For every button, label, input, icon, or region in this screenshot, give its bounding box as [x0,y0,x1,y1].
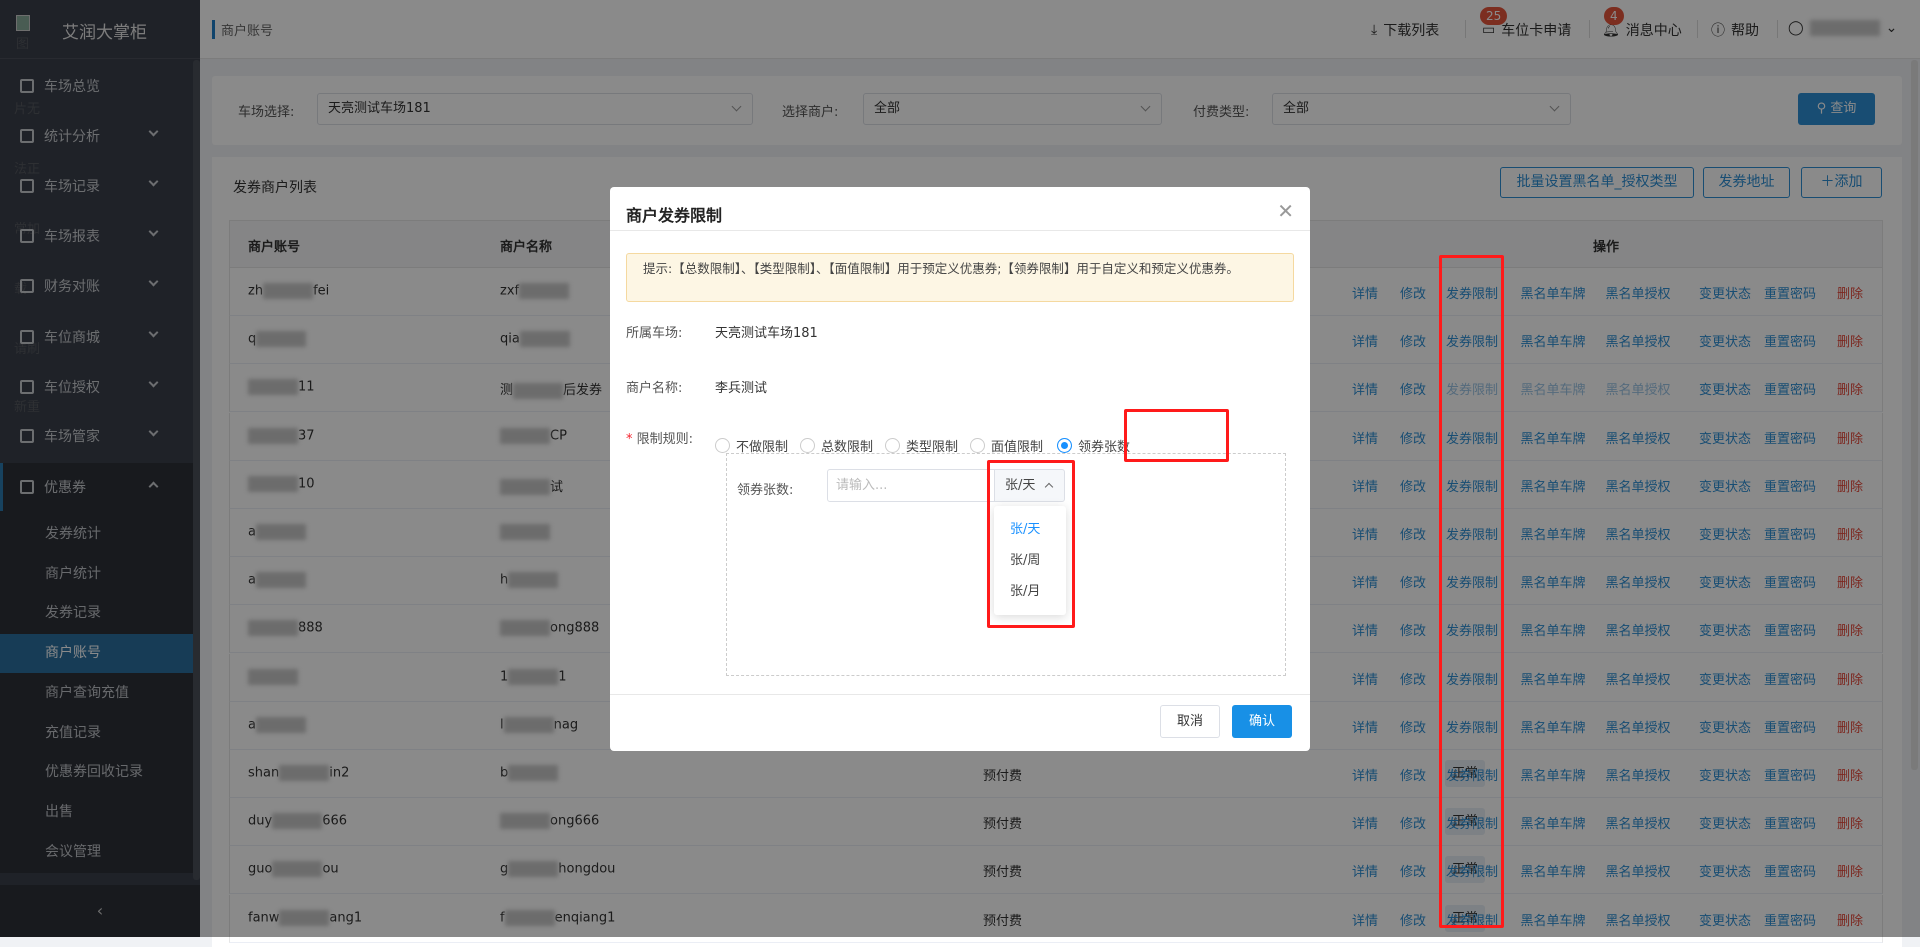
label: 限制规则: [636,432,694,447]
radio-option[interactable]: 面值限制 [970,436,1043,455]
radio-icon [885,438,900,453]
radio-label: 总数限制 [821,440,874,455]
count-label: 领券张数: [737,483,794,498]
radio-option[interactable]: 领券张数 [1057,436,1130,455]
rule-label: * 限制规则: [626,432,694,447]
radio-option[interactable]: 总数限制 [800,436,873,455]
cancel-button[interactable]: 取消 [1160,705,1220,738]
name-label: 商户名称: [626,381,683,396]
name-value: 李兵测试 [715,381,768,396]
dialog-title: 商户发券限制 [626,206,723,225]
radio-option[interactable]: 类型限制 [885,436,958,455]
hint-alert: 提示:【总数限制】、【类型限制】、【面值限制】用于预定义优惠券;【领券限制】用于… [626,253,1294,302]
lot-value: 天亮测试车场181 [715,326,818,341]
divider [610,230,1310,231]
radio-label: 类型限制 [906,440,959,455]
annotation-box-dropdown [987,460,1075,628]
close-icon[interactable]: ✕ [1277,199,1294,223]
lot-label: 所属车场: [626,326,683,341]
annotation-box-radio [1124,409,1229,462]
radio-label: 领券张数 [1078,440,1131,455]
radio-icon [800,438,815,453]
annotation-box-column [1439,255,1504,928]
page-scrollbar[interactable] [1911,60,1918,770]
radio-icon [970,438,985,453]
confirm-button[interactable]: 确认 [1232,705,1292,738]
radio-label: 面值限制 [991,440,1044,455]
radio-label: 不做限制 [736,440,789,455]
coupon-limit-dialog: 商户发券限制 ✕ 提示:【总数限制】、【类型限制】、【面值限制】用于预定义优惠券… [610,187,1310,751]
radio-option[interactable]: 不做限制 [715,436,788,455]
radio-icon [715,438,730,453]
divider [610,694,1310,695]
radio-icon [1057,438,1072,453]
